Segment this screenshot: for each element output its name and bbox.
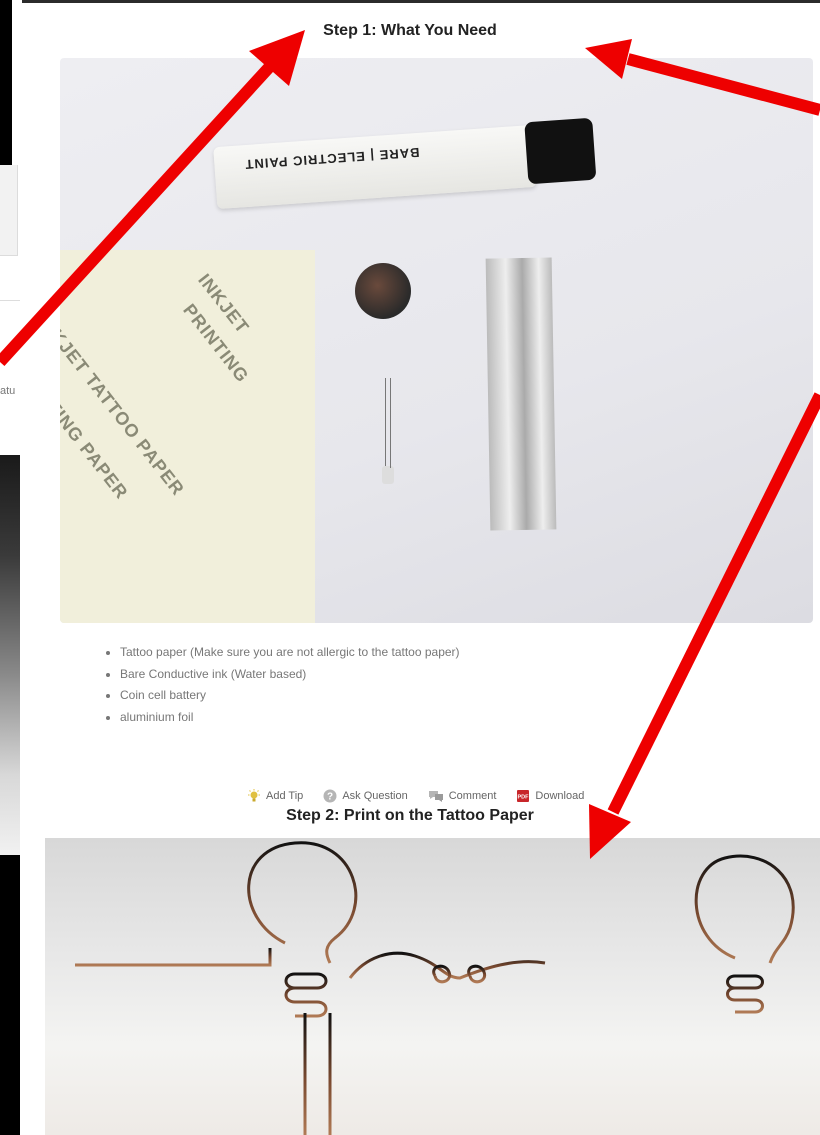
comment-button[interactable]: Comment [428,789,497,803]
tube-label: BARE | ELECTRIC PAINT [243,144,420,173]
question-icon: ? [323,789,337,803]
download-label: Download [535,790,585,802]
left-divider [0,300,20,301]
led-image [382,378,394,488]
printed-bulb-circuit [75,841,795,1135]
step2-photo[interactable] [45,838,820,1135]
list-item: Tattoo paper (Make sure you are not alle… [120,642,460,664]
left-sidebar-cropped: atu [0,0,22,1135]
tattoo-paper-image: INKJET TATTOO PAPER PRINTING PAPER INKJE… [60,250,315,623]
svg-text:PDF: PDF [518,795,530,801]
lightbulb-icon [248,789,260,802]
left-panel [0,165,18,256]
step1-materials-list: Tattoo paper (Make sure you are not alle… [100,642,460,728]
aluminium-foil-image [485,257,557,531]
svg-text:?: ? [327,792,333,803]
left-cropped-text: atu [0,385,16,397]
add-tip-label: Add Tip [266,790,304,802]
ask-question-label: Ask Question [342,790,408,802]
comment-label: Comment [448,790,497,802]
list-item: aluminium foil [120,707,460,729]
download-button[interactable]: PDF Download [516,789,584,803]
left-dark-bottom [0,855,20,1135]
electric-paint-tube: BARE | ELECTRIC PAINT [213,117,597,210]
step1-actions: Add Tip ? Ask Question Comment PDF Downl… [247,789,604,803]
paper-print-text: INKJET TATTOO PAPER [60,310,189,500]
tube-cap [524,117,597,185]
add-tip-button[interactable]: Add Tip [247,789,303,803]
comment-icon [428,791,443,802]
top-border [0,0,820,3]
step2-title: Step 2: Print on the Tattoo Paper [286,807,534,824]
list-item: Coin cell battery [120,685,460,707]
ask-question-button[interactable]: ? Ask Question [323,789,408,803]
coin-battery-image [355,263,411,319]
step1-title: Step 1: What You Need [323,22,497,39]
left-cropped-photo [0,455,20,855]
pdf-icon: PDF [517,790,530,802]
step1-photo[interactable]: INKJET TATTOO PAPER PRINTING PAPER INKJE… [60,58,813,623]
list-item: Bare Conductive ink (Water based) [120,664,460,686]
